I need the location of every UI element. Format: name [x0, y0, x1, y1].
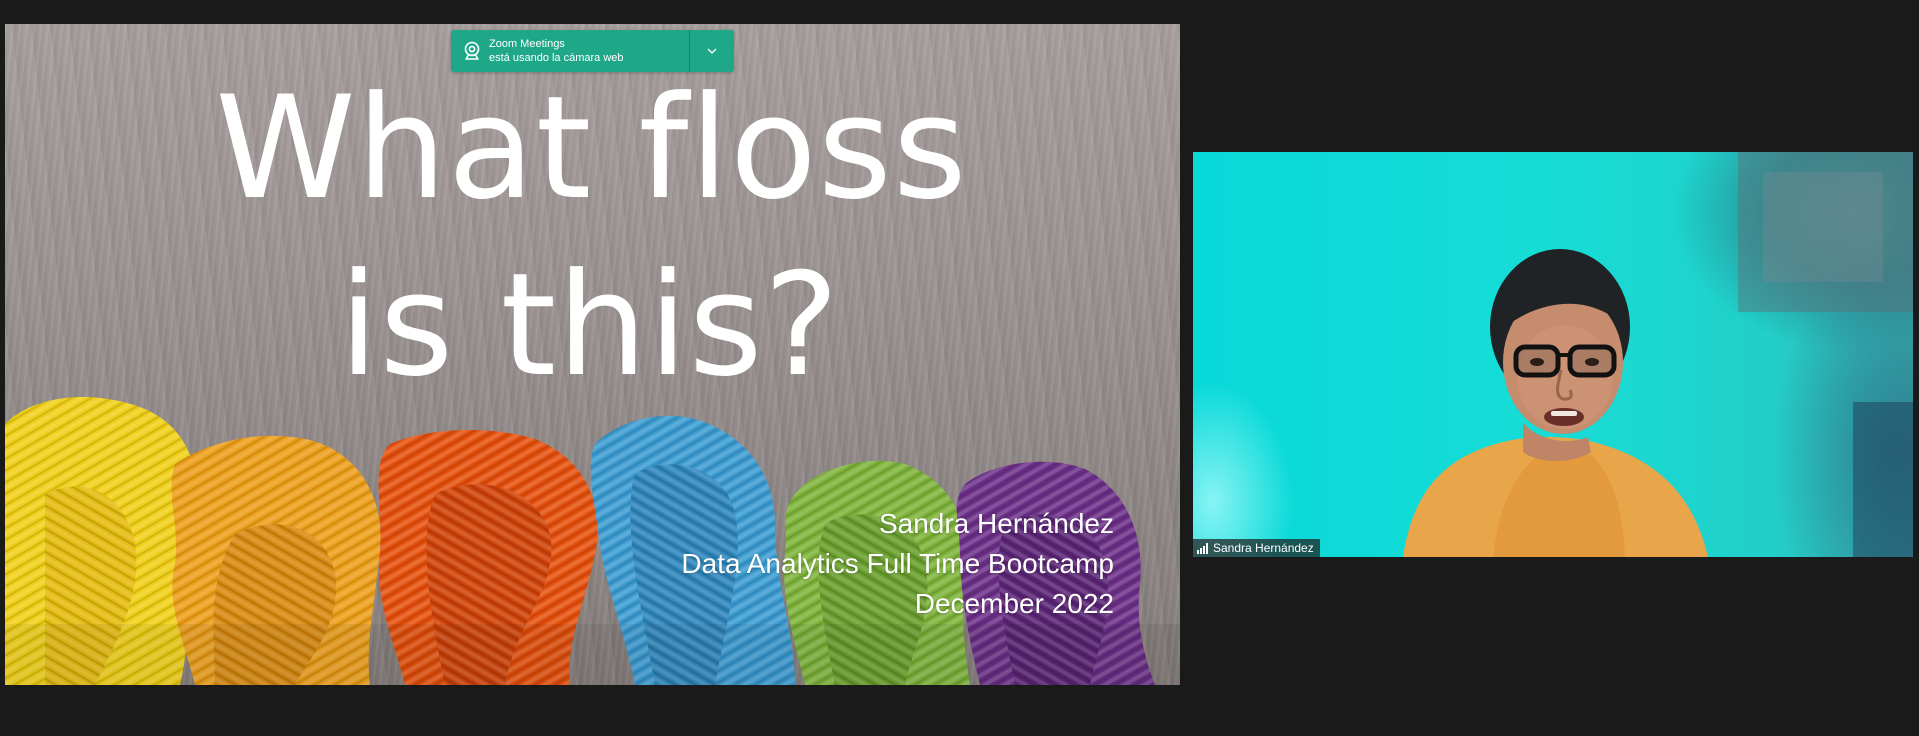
- program-name: Data Analytics Full Time Bootcamp: [681, 548, 1114, 579]
- notification-message: está usando la cámara web: [489, 52, 624, 64]
- notification-menu-button[interactable]: [690, 30, 734, 72]
- zoom-meeting-window: What floss is this? Sandra Hernández Dat…: [0, 0, 1919, 736]
- participant-name: Sandra Hernández: [1213, 541, 1314, 555]
- webcam-icon: [455, 30, 489, 72]
- participant-video-tile[interactable]: [1193, 152, 1913, 557]
- slide-title-line-1: What floss: [215, 66, 968, 231]
- slide-title-line-2: is this?: [338, 243, 841, 408]
- presenter-name: Sandra Hernández: [878, 508, 1114, 539]
- presenter-info: Sandra Hernández Data Analytics Full Tim…: [681, 504, 1114, 624]
- presentation-date: December 2022: [914, 588, 1114, 619]
- participant-video-feed: [1403, 152, 1913, 557]
- signal-strength-icon: [1197, 542, 1208, 554]
- chevron-down-icon: [707, 48, 717, 54]
- notification-app-name: Zoom Meetings: [489, 38, 565, 50]
- shared-screen-slide: What floss is this? Sandra Hernández Dat…: [5, 24, 1180, 685]
- participant-name-label: Sandra Hernández: [1193, 539, 1320, 557]
- notification-text: Zoom Meetings está usando la cámara web: [489, 37, 689, 65]
- webcam-in-use-notification[interactable]: Zoom Meetings está usando la cámara web: [451, 30, 734, 72]
